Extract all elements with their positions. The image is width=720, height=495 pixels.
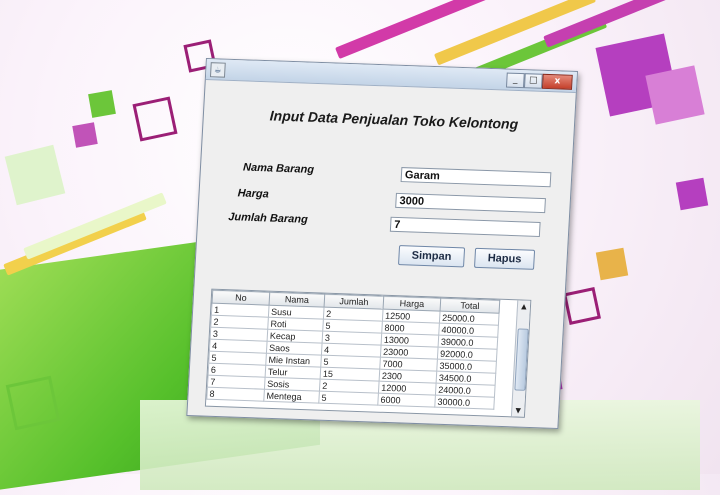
background-outline-square — [5, 375, 61, 431]
table-cell[interactable]: 8 — [206, 387, 265, 402]
background-square — [595, 247, 629, 281]
java-cup-icon[interactable]: ☕ — [209, 62, 226, 78]
nama-barang-label: Nama Barang — [242, 161, 315, 176]
background-square — [675, 177, 709, 211]
harga-field[interactable]: 3000 — [395, 192, 546, 214]
table-cell[interactable]: 30000.0 — [434, 395, 495, 410]
maximize-button[interactable]: □ — [523, 73, 543, 89]
close-icon: x — [554, 76, 561, 87]
sales-table[interactable]: No Nama Jumlah Harga Total 1 Susu 2 1250… — [204, 288, 532, 418]
scroll-up-icon[interactable]: ▲ — [518, 300, 531, 312]
app-window: ☕ _ □ x Input Data Penjualan Toko Kelont… — [186, 58, 578, 430]
minimize-icon: _ — [512, 74, 518, 85]
simpan-button[interactable]: Simpan — [398, 245, 466, 268]
background-outline-square — [563, 287, 601, 325]
jumlah-barang-field[interactable]: 7 — [389, 216, 541, 238]
nama-barang-field[interactable]: Garam — [400, 167, 552, 188]
table-cell[interactable]: 6000 — [377, 393, 436, 408]
background-outline-square — [132, 96, 178, 142]
background-square — [72, 122, 98, 148]
minimize-button[interactable]: _ — [505, 72, 525, 89]
background-square — [4, 144, 66, 206]
scroll-down-icon[interactable]: ▼ — [512, 404, 525, 416]
jumlah-barang-label: Jumlah Barang — [227, 211, 309, 226]
table-vertical-scrollbar[interactable]: ▲ ▼ — [510, 300, 531, 417]
maximize-icon: □ — [528, 75, 538, 86]
background-square — [88, 90, 116, 118]
background-square — [645, 65, 705, 125]
table-cell[interactable]: 5 — [318, 391, 379, 406]
table-cell[interactable]: Mentega — [263, 389, 320, 404]
hapus-button[interactable]: Hapus — [474, 247, 536, 270]
close-button[interactable]: x — [541, 73, 573, 90]
scrollbar-thumb[interactable] — [514, 328, 529, 391]
form-title: Input Data Penjualan Toko Kelontong — [269, 107, 519, 133]
harga-label: Harga — [237, 187, 270, 201]
form-panel: Input Data Penjualan Toko Kelontong Nama… — [187, 80, 575, 428]
